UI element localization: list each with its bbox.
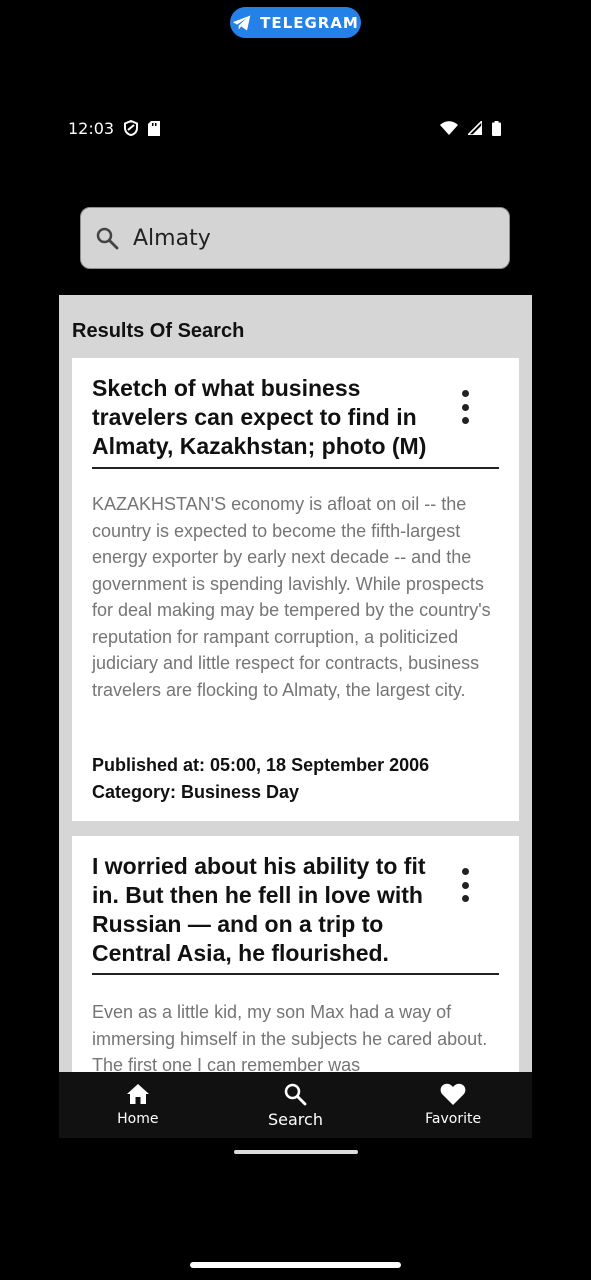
nav-search[interactable]: Search [235,1082,355,1129]
search-icon [96,227,119,250]
title-divider [92,973,499,975]
telegram-label: TELEGRAM [260,13,359,32]
heart-icon [440,1083,466,1105]
nav-search-label: Search [268,1109,323,1129]
telegram-badge[interactable]: TELEGRAM [230,7,361,38]
results-panel[interactable]: Results Of Search Sketch of what busines… [59,295,532,1075]
shield-icon [124,120,139,136]
status-time: 12:03 [68,118,115,138]
search-icon [285,1083,307,1105]
article-card[interactable]: Sketch of what business travelers can ex… [72,358,519,821]
battery-icon [492,120,501,136]
article-body: KAZAKHSTAN'S economy is afloat on oil --… [92,494,491,700]
telegram-icon [232,15,251,30]
nav-favorite[interactable]: Favorite [393,1083,513,1127]
system-home-indicator[interactable] [190,1262,401,1268]
more-vertical-icon[interactable] [457,390,473,424]
title-divider [92,467,499,469]
search-bar[interactable] [80,207,510,269]
article-title: I worried about his ability to fit in. B… [92,853,426,966]
sd-card-icon [148,120,161,136]
results-title: Results Of Search [72,320,245,342]
article-published: Published at: 05:00, 18 September 2006 [92,755,430,775]
nav-favorite-label: Favorite [425,1111,482,1127]
article-title: Sketch of what business travelers can ex… [92,375,427,459]
nav-home[interactable]: Home [78,1083,198,1127]
more-vertical-icon[interactable] [457,868,473,902]
article-body: Even as a little kid, my son Max had a w… [92,1002,488,1075]
search-input[interactable] [131,224,475,252]
article-card[interactable]: I worried about his ability to fit in. B… [72,836,519,1075]
bottom-nav: Home Search Favorite [59,1072,532,1138]
home-icon [126,1084,149,1104]
article-category: Category: Business Day [92,782,300,802]
signal-icon [468,121,482,135]
nav-home-label: Home [117,1111,159,1127]
app-home-indicator [234,1150,358,1154]
wifi-icon [440,121,458,135]
status-bar: 12:03 [68,116,501,140]
